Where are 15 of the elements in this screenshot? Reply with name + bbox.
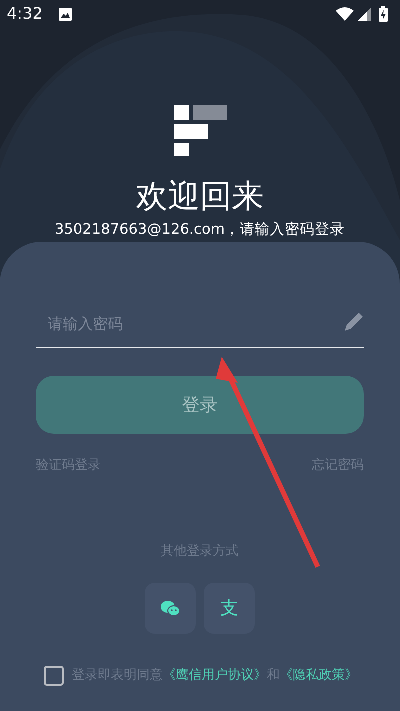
welcome-title: 欢迎回来 [136, 180, 264, 212]
signal-icon [358, 8, 371, 20]
privacy-policy-link[interactable]: 《隐私政策》 [280, 668, 358, 684]
account-hint: 3502187663@126.com，请输入密码登录 [54, 220, 345, 240]
status-time: 4:32 [7, 3, 43, 25]
user-agreement-link[interactable]: 《鹰信用户协议》 [163, 668, 267, 684]
battery-icon [379, 6, 388, 22]
wechat-button[interactable] [145, 583, 196, 634]
alipay-button[interactable]: 支 [204, 583, 255, 634]
agreement-checkbox[interactable] [44, 666, 64, 686]
wifi-icon [336, 7, 354, 21]
chat-bubbles-icon [161, 601, 180, 616]
pencil-icon[interactable] [345, 313, 363, 331]
image-icon [58, 8, 72, 20]
logo-icon [174, 105, 226, 156]
